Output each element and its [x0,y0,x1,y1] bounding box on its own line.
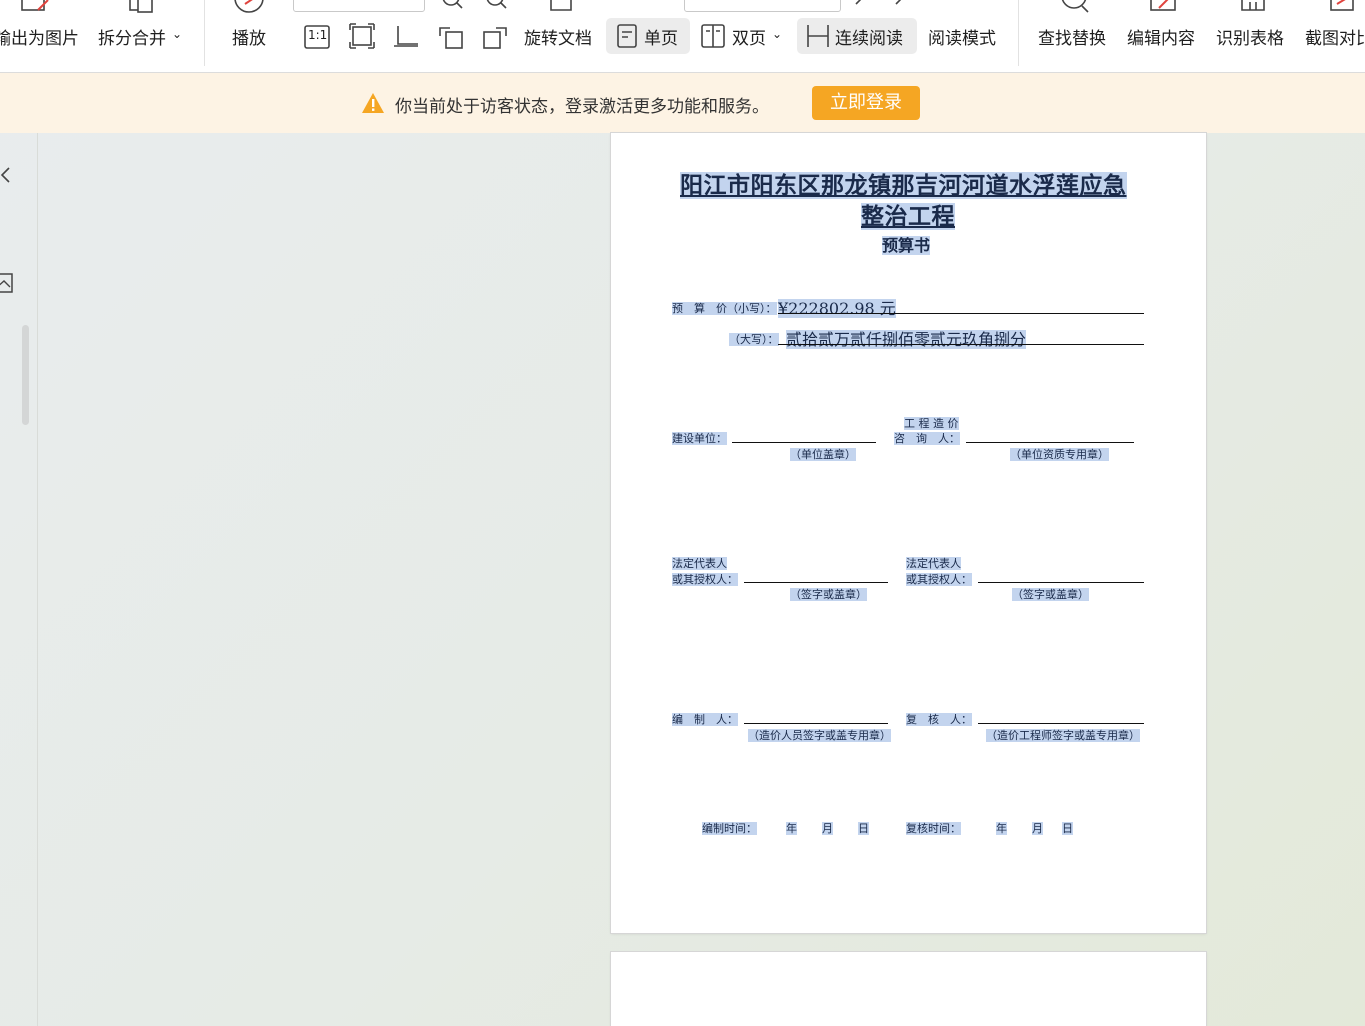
screenshot-compare-button[interactable]: 截图对比 [1301,0,1365,72]
price-small-label: 预 算 价（小写）： [672,302,777,315]
split-merge-label: 拆分合并 [98,29,166,49]
search-icon [1061,0,1089,13]
compile-month: 月 [822,822,833,835]
actual-size-button[interactable]: 1:1 [300,0,336,72]
warning-icon [362,93,384,113]
rotate-left-icon[interactable] [436,22,466,50]
consultant-line [966,442,1134,443]
toolbar-divider [1018,0,1019,66]
doc-title-line2: 整治工程 [861,203,955,230]
reviewer-label: 复 核 人： [906,713,972,726]
thumbnail-icon[interactable] [0,272,14,294]
guest-message: 你当前处于访客状态，登录激活更多功能和服务。 [395,97,769,117]
export-image-button[interactable]: 输出为图片 [0,0,88,72]
table-icon [1241,0,1265,11]
legal-rep-right-line [978,582,1144,583]
screenshot-compare-label: 截图对比 [1305,29,1365,49]
compile-time-label: 编制时间： [702,822,757,835]
rotate-right-icon[interactable] [480,22,510,50]
toolbar: 输出为图片 拆分合并 ⌄ 播放 1:1 旋转文档 单页 双页 ⌄ 连续阅读 阅读… [0,0,1365,73]
find-replace-label: 查找替换 [1038,29,1106,49]
price-big-underline [778,344,1144,345]
actual-size-label: 1:1 [308,28,328,42]
price-small-value: ¥222802.98 元 [778,299,896,318]
reading-mode-label: 阅读模式 [928,29,996,49]
consultant-note: （单位资质专用章） [1010,448,1109,461]
compile-year: 年 [786,822,797,835]
split-merge-icon [129,0,153,13]
legal-rep-left-line1: 法定代表人 [672,557,727,570]
review-day: 日 [1062,822,1073,835]
review-month: 月 [1032,822,1043,835]
price-small-underline [778,313,1144,314]
play-button[interactable]: 播放 [228,0,274,72]
legal-rep-left-line2: 或其授权人： [672,573,738,586]
compile-day: 日 [858,822,869,835]
continuous-reading-button[interactable]: 连续阅读 [797,18,917,54]
fit-width-icon[interactable] [392,22,420,50]
double-page-icon [701,24,725,48]
doc-subtitle: 预算书 [882,236,931,255]
compare-icon [1330,0,1354,11]
chevron-down-icon: ⌄ [772,27,783,41]
build-unit-note: （单位盖章） [790,448,856,461]
build-unit-label: 建设单位： [672,432,727,445]
left-rail [0,133,38,1026]
legal-rep-right-line2: 或其授权人： [906,573,972,586]
continuous-reading-icon [807,25,829,47]
zoom-in-icon[interactable] [484,0,508,10]
compiler-note: （造价人员签字或盖专用章） [748,729,891,742]
edit-content-label: 编辑内容 [1127,29,1195,49]
review-year: 年 [996,822,1007,835]
collapse-panel-icon[interactable] [0,166,12,184]
login-button[interactable]: 立即登录 [812,86,920,120]
chevron-down-icon: ⌄ [172,27,183,41]
toolbar-divider [204,0,205,66]
export-image-label: 输出为图片 [0,29,79,49]
legal-rep-left-note: （签字或盖章） [790,588,867,601]
single-page-button[interactable]: 单页 [606,18,690,54]
continuous-reading-label: 连续阅读 [835,29,903,49]
compiler-line [744,723,888,724]
recognize-table-label: 识别表格 [1216,29,1284,49]
recognize-table-button[interactable]: 识别表格 [1212,0,1294,72]
double-page-button[interactable]: 双页 ⌄ [698,0,790,72]
reviewer-note: （造价工程师签字或盖专用章） [986,729,1140,742]
compiler-label: 编 制 人： [672,713,738,726]
play-label: 播放 [232,29,266,49]
image-export-icon [21,0,49,11]
consultant-label-top: 工 程 造 价 [904,417,959,430]
document-page-next [611,952,1206,1026]
reviewer-line [978,723,1144,724]
zoom-out-icon[interactable] [440,0,464,10]
edit-icon [1150,0,1176,11]
legal-rep-left-line [744,582,888,583]
doc-title-line1: 阳江市阳东区那龙镇那吉河河道水浮莲应急 [680,172,1127,199]
price-big-value: 贰拾贰万贰仟捌佰零贰元玖角捌分 [786,330,1027,349]
legal-rep-right-line1: 法定代表人 [906,557,961,570]
split-merge-button[interactable]: 拆分合并 ⌄ [96,0,188,72]
find-replace-button[interactable]: 查找替换 [1034,0,1116,72]
price-big-label: （大写）： [729,333,779,346]
consultant-label-bottom: 咨 询 人： [894,432,960,445]
review-time-label: 复核时间： [906,822,961,835]
nav-arrows-icon[interactable] [852,0,912,8]
rail-scrollbar[interactable] [22,325,29,425]
double-page-label: 双页 [732,29,766,49]
reading-mode-button[interactable]: 阅读模式 [924,0,1008,72]
legal-rep-right-note: （签字或盖章） [1012,588,1089,601]
rotate-document-label: 旋转文档 [524,29,592,49]
single-page-label: 单页 [644,29,678,49]
fit-page-icon[interactable] [348,22,376,50]
rotate-document-button[interactable]: 旋转文档 [520,0,600,72]
play-icon [234,0,264,13]
edit-content-button[interactable]: 编辑内容 [1123,0,1205,72]
build-unit-line [732,442,876,443]
single-page-icon [617,24,637,48]
